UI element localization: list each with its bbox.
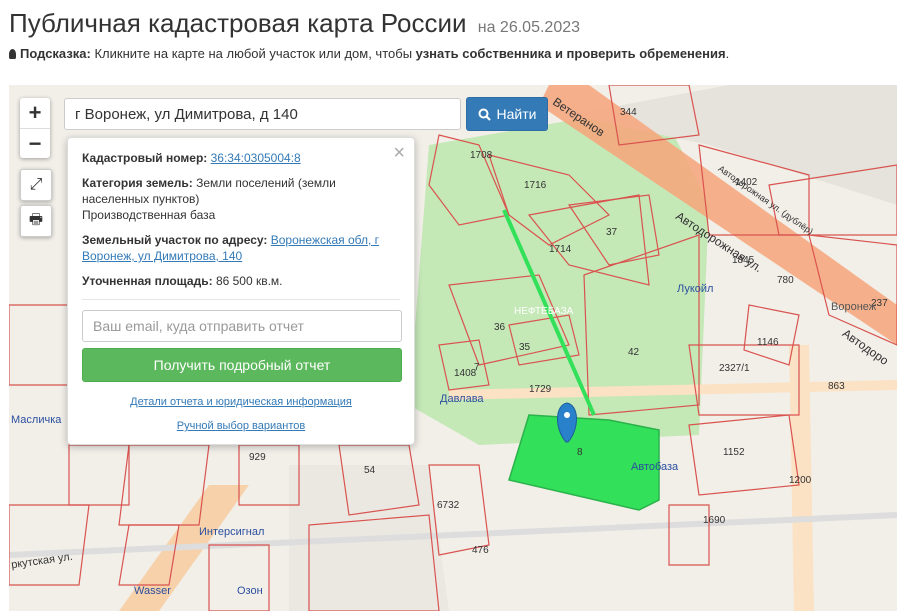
hint-label: Подсказка:: [20, 46, 91, 61]
address-search-input[interactable]: [64, 98, 461, 130]
poi-neftebaza: НЕФТЕБАЗА: [514, 306, 574, 317]
fullscreen-icon: ⤢: [29, 176, 43, 193]
parcel-info-panel: × Кадастровый номер: 36:34:0305004:8 Кат…: [67, 137, 415, 445]
parcel-label: 36: [494, 322, 506, 333]
page-date: на 26.05.2023: [477, 19, 581, 36]
poi-davlava[interactable]: Давлава: [440, 393, 484, 405]
close-icon[interactable]: ×: [393, 142, 405, 165]
print-icon: 🖶: [28, 210, 44, 228]
land-category-row: Категория земель: Земли поселений (земли…: [82, 175, 400, 223]
area-label: Уточненная площадь:: [82, 274, 213, 288]
zoom-control: + −: [20, 98, 50, 158]
parcel-label: 1152: [723, 447, 745, 458]
poi-avtobaza[interactable]: Автобаза: [631, 461, 678, 473]
address-label: Земельный участок по адресу:: [82, 233, 268, 247]
find-button[interactable]: Найти: [466, 97, 548, 131]
cadastral-map[interactable]: 344 1708 1716 1714 37 36 35 42 1729 8 14…: [9, 85, 897, 611]
parcel-label: 929: [249, 452, 266, 463]
parcel-label: 2327/1: [719, 363, 750, 374]
parcel-label: 42: [628, 347, 640, 358]
poi-maslichka[interactable]: Масличка: [11, 414, 61, 426]
parcel-label: 1146: [757, 337, 779, 348]
parcel-label: 54: [364, 465, 376, 476]
hint-bold: узнать собственника и проверить обремене…: [415, 46, 726, 61]
parcel-label: 1690: [703, 515, 726, 526]
area-row: Уточненная площадь: 86 500 кв.м.: [82, 273, 400, 289]
parcel-label: 1408: [454, 368, 477, 379]
parcel-label: 1714: [549, 244, 572, 255]
parcel-label: 863: [828, 381, 845, 392]
hint-line: Подсказка: Кликните на карте на любой уч…: [9, 46, 729, 61]
parcel-label: 344: [620, 107, 637, 118]
cadastral-number-label: Кадастровый номер:: [82, 151, 208, 165]
railway: [9, 512, 897, 558]
find-button-label: Найти: [496, 106, 537, 122]
parcel-label: 6732: [437, 500, 460, 511]
search-icon: [478, 108, 491, 121]
poi-ozon[interactable]: Озон: [237, 585, 263, 597]
parcel-label: 780: [777, 275, 794, 286]
parcel-label: 1716: [524, 180, 547, 191]
bulb-icon: [9, 49, 16, 59]
hint-text: Кликните на карте на любой участок или д…: [90, 46, 416, 61]
cadastral-number-link[interactable]: 36:34:0305004:8: [211, 151, 301, 165]
land-category-label: Категория земель:: [82, 176, 193, 190]
cadastral-number-row: Кадастровый номер: 36:34:0305004:8: [82, 150, 400, 166]
report-details-link[interactable]: Детали отчета и юридическая информация: [82, 396, 400, 408]
email-field[interactable]: [82, 310, 402, 342]
poi-intersignal[interactable]: Интерсигнал: [199, 526, 264, 538]
print-button[interactable]: 🖶: [20, 205, 52, 237]
poi-voronezh[interactable]: Воронеж: [831, 301, 876, 313]
parcel-label: 8: [577, 447, 583, 458]
zoom-out-button[interactable]: −: [20, 129, 50, 159]
page-header: Публичная кадастровая карта России на 26…: [9, 6, 889, 45]
page-title: Публичная кадастровая карта России на 26…: [9, 8, 581, 38]
parcel-label: 476: [472, 545, 489, 556]
area-value: 86 500 кв.м.: [215, 274, 283, 288]
zoom-in-button[interactable]: +: [20, 98, 50, 129]
parcel-label: 1729: [529, 384, 552, 395]
parcel-label: 35: [519, 342, 531, 353]
divider: [82, 299, 400, 300]
address-row: Земельный участок по адресу: Воронежская…: [82, 232, 400, 264]
fullscreen-button[interactable]: ⤢: [20, 169, 52, 201]
manual-selection-link[interactable]: Ручной выбор вариантов: [82, 420, 400, 432]
poi-lukoil[interactable]: Лукойл: [677, 283, 713, 295]
parcel-label: 37: [606, 227, 618, 238]
get-report-button[interactable]: Получить подробный отчет: [82, 348, 402, 382]
land-use-value: Производственная база: [82, 208, 216, 222]
parcel-label: 1200: [789, 475, 812, 486]
hint-end: .: [725, 46, 730, 61]
parcel-label: 1708: [470, 150, 493, 161]
poi-wasser[interactable]: Wasser: [134, 585, 171, 597]
